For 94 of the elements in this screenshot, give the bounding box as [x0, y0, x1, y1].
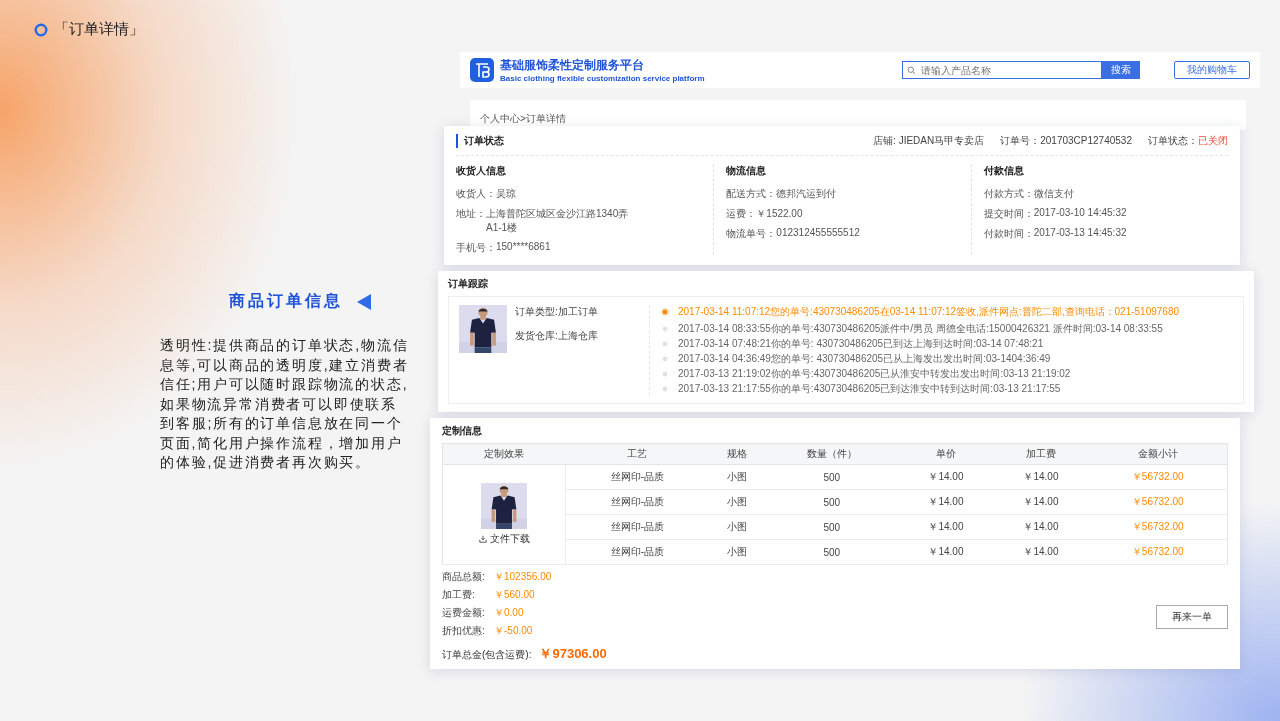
ring-icon	[34, 22, 48, 37]
table-cell: 500	[765, 489, 899, 515]
column-header: 工艺	[565, 443, 709, 465]
total-label: 商品总额:	[442, 570, 486, 584]
table-cell: ￥56732.00	[1088, 514, 1228, 540]
column-header: 加工费	[993, 443, 1089, 465]
total-label: 加工费:	[442, 588, 476, 602]
section-heading: 商品订单信息	[229, 291, 343, 311]
tracking-event: 2017-03-14 08:33:55你的单号:430730486205派件中/男员 周德全电话:15000426321 派件时间:03-14 08:33:55	[678, 322, 1163, 335]
table-cell: ￥56732.00	[1088, 489, 1228, 515]
table-cell: 丝网印-品质	[565, 514, 709, 540]
table-cell: ￥14.00	[898, 464, 994, 490]
field-value: 吴琼	[496, 187, 516, 201]
table-cell: ￥56732.00	[1088, 539, 1228, 565]
table-cell: 500	[765, 539, 899, 565]
reorder-button[interactable]: 再来一单	[1156, 604, 1228, 629]
section-title: 物流信息	[726, 164, 768, 178]
tracking-event: 2017-03-14 11:07:12您的单号:430730486205在03-14 11:07:12签收,派件网点:普陀二部,查询电话：021-51097680	[678, 305, 1179, 318]
tracking-event: 2017-03-14 07:48:21你的单号: 430730486205已到达上海到达时间:03-14 07:48:21	[678, 337, 1044, 350]
table-cell: ￥14.00	[993, 464, 1089, 490]
table-cell: 500	[765, 464, 899, 490]
field-label: 手机号：	[456, 241, 496, 255]
field-label: 收货人：	[456, 187, 496, 201]
table-cell: ￥14.00	[898, 539, 994, 565]
field-value: 上海普陀区城区金沙江路1340弄	[486, 207, 629, 221]
column-header: 金额小计	[1088, 443, 1228, 465]
field-label: 提交时间：	[983, 207, 1034, 221]
table-cell: ￥14.00	[993, 514, 1089, 540]
table-cell: ￥14.00	[993, 489, 1089, 515]
table-cell: 小图	[708, 464, 766, 490]
search-field[interactable]: 请输入产品名称	[902, 61, 1102, 79]
section-title: 付款信息	[983, 164, 1025, 178]
download-link[interactable]: 文件下载	[478, 532, 530, 546]
slide-title: 「订单详情」	[54, 20, 144, 39]
table-cell: 丝网印-品质	[565, 539, 709, 565]
grand-total-value: ￥97306.00	[539, 645, 607, 663]
total-value: ￥-50.00	[494, 624, 533, 638]
field-label: 运费：	[726, 207, 757, 221]
order-status: 已关闭	[1198, 135, 1228, 146]
total-value: ￥102356.00	[494, 570, 552, 584]
card-title: 订单状态	[456, 134, 504, 148]
field-value: 2017-03-10 14:45:32	[1033, 207, 1127, 218]
column-header: 单价	[898, 443, 994, 465]
total-value: ￥560.00	[494, 588, 535, 602]
field-value: 012312455555512	[776, 227, 860, 238]
table-cell: ￥14.00	[898, 489, 994, 515]
table-cell: ￥14.00	[993, 539, 1089, 565]
table-cell: ￥56732.00	[1088, 464, 1228, 490]
grand-total-label: 订单总金(包含运费):	[442, 648, 532, 662]
field-label: 付款方式：	[983, 187, 1034, 201]
table-cell: 丝网印-品质	[565, 464, 709, 490]
section-title: 收货人信息	[456, 164, 507, 178]
column-header: 规格	[708, 443, 766, 465]
shop-name: 店铺: JIEDAN马甲专卖店	[873, 134, 985, 148]
status-label: 订单状态：	[1148, 135, 1198, 146]
table-cell: 小图	[708, 514, 766, 540]
search-icon	[907, 65, 916, 75]
logo-icon	[470, 58, 494, 82]
column-header: 定制效果	[442, 443, 566, 465]
card-title: 订单跟踪	[448, 277, 489, 291]
field-value: ￥1522.00	[756, 207, 803, 221]
card-title: 定制信息	[442, 424, 483, 438]
download-icon	[478, 535, 487, 543]
table-cell: 小图	[708, 489, 766, 515]
field-label: 付款时间：	[983, 227, 1034, 241]
table-cell: 丝网印-品质	[565, 489, 709, 515]
tracking-event: 2017-03-14 04:36:49您的单号: 430730486205已从上海发出发出时间:03-1404:36:49	[678, 352, 1051, 365]
cart-button[interactable]: 我的购物车	[1174, 61, 1250, 79]
warehouse: 发货仓库:上海仓库	[515, 329, 598, 343]
field-label: 配送方式：	[726, 187, 777, 201]
field-label: 物流单号：	[726, 227, 777, 241]
field-label: 地址：	[456, 207, 486, 221]
order-number: 订单号：201703CP12740532	[1000, 134, 1132, 148]
description: 透明性:提供商品的订单状态,物流信息等,可以商品的透明度,建立消费者信任;用户可以随时跟踪物流的状态,如果物流异常消费者可以即使联系到客服;所有的订单信息放在同一个页面,简化用户操作流程，增加用户的体验,促进消费者再次购买。	[160, 336, 410, 472]
total-label: 运费金额:	[442, 606, 486, 620]
pointer-icon	[357, 293, 371, 310]
table-cell: 小图	[708, 539, 766, 565]
logo-subtitle: Basic clothing flexible customization service platform	[500, 74, 705, 83]
field-value: 微信支付	[1033, 187, 1074, 201]
breadcrumb[interactable]: 个人中心>订单详情	[480, 113, 566, 124]
field-value: 2017-03-13 14:45:32	[1033, 227, 1127, 238]
table-cell: ￥14.00	[898, 514, 994, 540]
table-cell: 500	[765, 514, 899, 540]
total-label: 折扣优惠:	[442, 624, 486, 638]
search-button[interactable]: 搜索	[1102, 61, 1140, 79]
tracking-event: 2017-03-13 21:19:02你的单号:430730486205已从淮安中转发出发出时间:03-13 21:19:02	[678, 367, 1071, 380]
field-value: A1-1楼	[486, 221, 519, 235]
column-header: 数量（件）	[765, 443, 899, 465]
tracking-event: 2017-03-13 21:17:55你的单号:430730486205已到达淮安中转到达时间:03-13 21:17:55	[678, 382, 1061, 395]
field-value: 150****6861	[496, 241, 551, 252]
field-value: 德邦汽运到付	[776, 187, 837, 201]
total-value: ￥0.00	[494, 606, 524, 620]
order-type: 订单类型:加工订单	[515, 305, 598, 319]
logo-title: 基础服饰柔性定制服务平台	[500, 57, 645, 74]
